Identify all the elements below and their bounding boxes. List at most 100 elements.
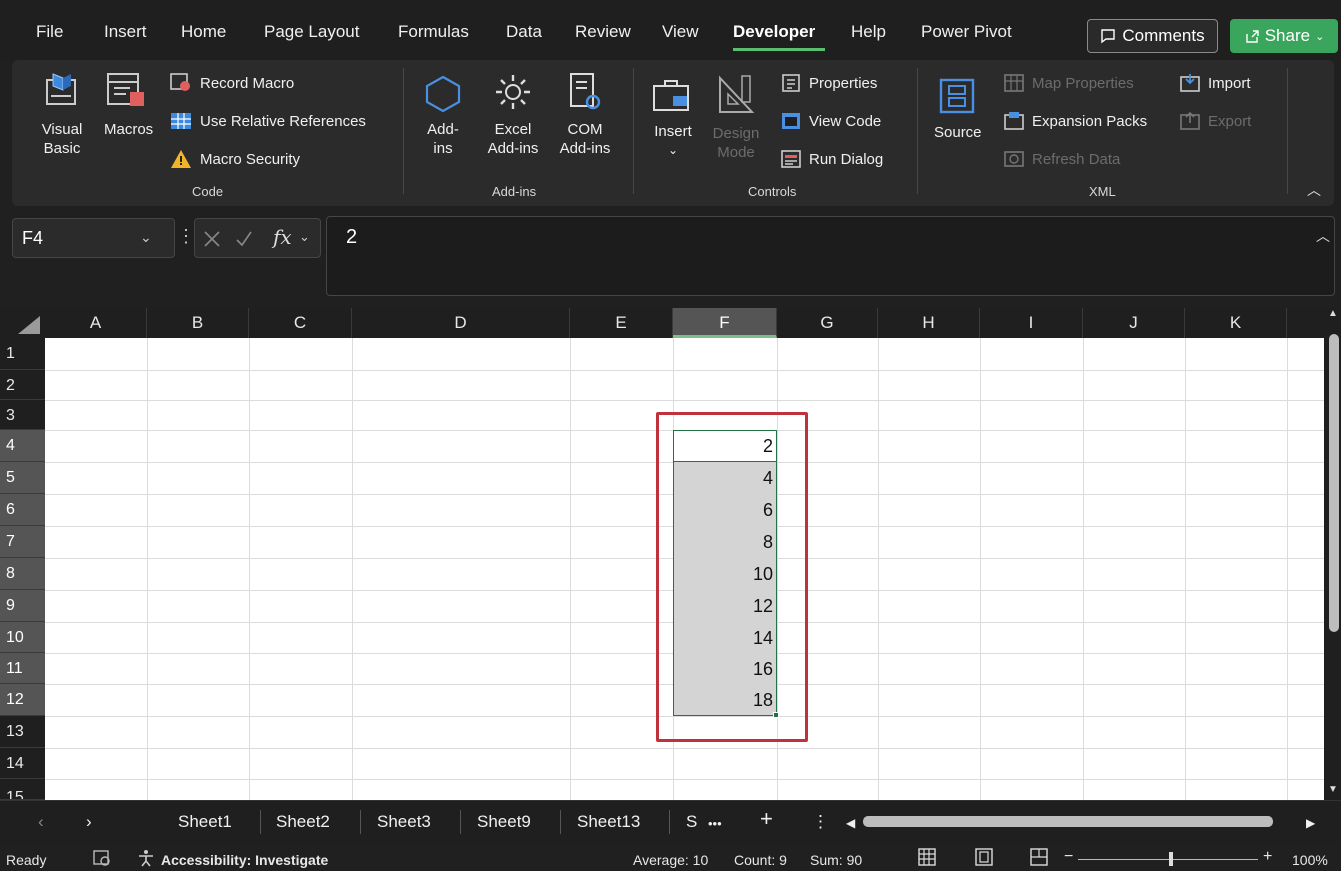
row-header-8[interactable]: 8 (0, 558, 45, 590)
visual-basic-button[interactable] (39, 70, 85, 110)
zoom-level[interactable]: 100% (1292, 852, 1328, 868)
menu-tab-data[interactable]: Data (506, 22, 542, 42)
zoom-in-icon[interactable]: + (1263, 848, 1272, 866)
chevron-down-icon[interactable]: ⌄ (299, 229, 310, 245)
status-count[interactable]: Count: 9 (734, 852, 787, 868)
accessibility-icon[interactable] (137, 849, 155, 867)
view-code-button[interactable]: View Code (781, 111, 881, 131)
collapse-ribbon-icon[interactable]: ︿ (1307, 180, 1321, 200)
status-sum[interactable]: Sum: 90 (810, 852, 862, 868)
accessibility-status[interactable]: Accessibility: Investigate (161, 852, 328, 868)
column-header-g[interactable]: G (777, 308, 878, 338)
page-layout-view-icon[interactable] (975, 848, 993, 866)
column-header-f[interactable]: F (673, 308, 777, 338)
zoom-slider[interactable] (1078, 859, 1258, 860)
properties-button[interactable]: Properties (781, 73, 877, 93)
sheet-tab-sheet9[interactable]: Sheet9 (477, 812, 531, 832)
map-properties-button[interactable]: Map Properties (1004, 73, 1134, 93)
collapse-formula-bar-icon[interactable]: ︿ (1316, 226, 1330, 246)
row-header-3[interactable]: 3 (0, 400, 45, 430)
row-header-12[interactable]: 12 (0, 684, 45, 716)
column-header-i[interactable]: I (980, 308, 1083, 338)
insert-function-icon[interactable]: fx (273, 225, 292, 249)
xml-import-button[interactable]: Import (1180, 73, 1251, 93)
column-header-c[interactable]: C (249, 308, 352, 338)
menu-tab-formulas[interactable]: Formulas (398, 22, 469, 42)
zoom-slider-thumb[interactable] (1169, 852, 1173, 866)
vertical-dots-icon[interactable]: ⋮ (812, 812, 829, 832)
cancel-icon[interactable] (203, 230, 221, 248)
use-relative-references-button[interactable]: Use Relative References (170, 111, 366, 131)
status-average[interactable]: Average: 10 (633, 852, 708, 868)
excel-add-ins-button[interactable] (493, 72, 533, 112)
sheet-tab-sheet1[interactable]: Sheet1 (178, 812, 232, 832)
vertical-scroll-thumb[interactable] (1329, 334, 1339, 632)
vertical-dots-icon[interactable]: ⋮ (177, 226, 195, 247)
insert-control-button[interactable] (651, 78, 693, 114)
column-header-h[interactable]: H (878, 308, 980, 338)
normal-view-icon[interactable] (918, 848, 936, 866)
formula-input[interactable]: 2 (326, 216, 1335, 296)
scroll-right-icon[interactable]: ▶ (1306, 816, 1315, 830)
row-header-1[interactable]: 1 (0, 338, 45, 370)
menu-tab-home[interactable]: Home (181, 22, 226, 42)
menu-tab-power-pivot[interactable]: Power Pivot (921, 22, 1012, 42)
select-all-icon[interactable] (18, 316, 40, 334)
export-icon (1180, 111, 1200, 130)
scroll-tabs-right-icon[interactable]: › (86, 812, 92, 832)
column-header-j[interactable]: J (1083, 308, 1185, 338)
column-header-b[interactable]: B (147, 308, 249, 338)
enter-check-icon[interactable] (235, 230, 253, 248)
sheet-tab-truncated[interactable]: S (686, 812, 697, 832)
zoom-out-icon[interactable]: − (1064, 848, 1073, 866)
macros-button[interactable] (104, 70, 154, 110)
column-header-d[interactable]: D (352, 308, 570, 338)
sheet-tab-sheet13[interactable]: Sheet13 (577, 812, 640, 832)
scroll-up-icon[interactable]: ▲ (1328, 308, 1338, 319)
horizontal-scroll-thumb[interactable] (863, 816, 1273, 827)
add-ins-button[interactable] (421, 74, 465, 114)
column-header-e[interactable]: E (570, 308, 673, 338)
row-header-4[interactable]: 4 (0, 430, 45, 462)
menu-tab-file[interactable]: File (36, 22, 63, 42)
macro-recording-icon[interactable] (93, 849, 111, 867)
row-header-2[interactable]: 2 (0, 370, 45, 400)
share-button[interactable]: Share ⌄ (1230, 19, 1338, 53)
menu-tab-view[interactable]: View (662, 22, 699, 42)
design-mode-button[interactable] (716, 74, 756, 116)
run-dialog-button[interactable]: Run Dialog (781, 149, 883, 169)
row-header-13[interactable]: 13 (0, 716, 45, 748)
scroll-left-icon[interactable]: ◀ (846, 816, 855, 830)
row-header-11[interactable]: 11 (0, 653, 45, 684)
menu-tab-review[interactable]: Review (575, 22, 631, 42)
row-header-6[interactable]: 6 (0, 494, 45, 526)
macro-security-button[interactable]: Macro Security (170, 149, 300, 169)
row-header-14[interactable]: 14 (0, 748, 45, 779)
page-break-view-icon[interactable] (1030, 848, 1048, 866)
row-header-7[interactable]: 7 (0, 526, 45, 558)
sheet-tab-sheet2[interactable]: Sheet2 (276, 812, 330, 832)
row-header-10[interactable]: 10 (0, 622, 45, 653)
refresh-data-button[interactable]: Refresh Data (1004, 149, 1120, 169)
row-header-5[interactable]: 5 (0, 462, 45, 494)
menu-tab-insert[interactable]: Insert (104, 22, 147, 42)
comments-button[interactable]: Comments (1087, 19, 1218, 53)
expansion-packs-button[interactable]: Expansion Packs (1004, 111, 1147, 131)
column-header-a[interactable]: A (45, 308, 147, 338)
menu-tab-page-layout[interactable]: Page Layout (264, 22, 359, 42)
add-sheet-icon[interactable]: + (760, 806, 773, 832)
menu-tab-help[interactable]: Help (851, 22, 886, 42)
row-header-15[interactable]: 15 (0, 779, 45, 800)
menu-tab-developer[interactable]: Developer (733, 22, 815, 42)
xml-export-button[interactable]: Export (1180, 111, 1251, 131)
xml-source-button[interactable] (937, 76, 977, 116)
row-header-9[interactable]: 9 (0, 590, 45, 622)
sheet-tab-sheet3[interactable]: Sheet3 (377, 812, 431, 832)
chevron-down-icon[interactable]: ⌄ (140, 229, 152, 246)
more-sheets-icon[interactable]: ••• (708, 816, 722, 831)
scroll-down-icon[interactable]: ▼ (1328, 784, 1338, 795)
record-macro-button[interactable]: Record Macro (170, 73, 294, 93)
com-add-ins-button[interactable] (565, 72, 605, 114)
column-header-k[interactable]: K (1185, 308, 1287, 338)
scroll-tabs-left-icon[interactable]: ‹ (38, 812, 44, 832)
